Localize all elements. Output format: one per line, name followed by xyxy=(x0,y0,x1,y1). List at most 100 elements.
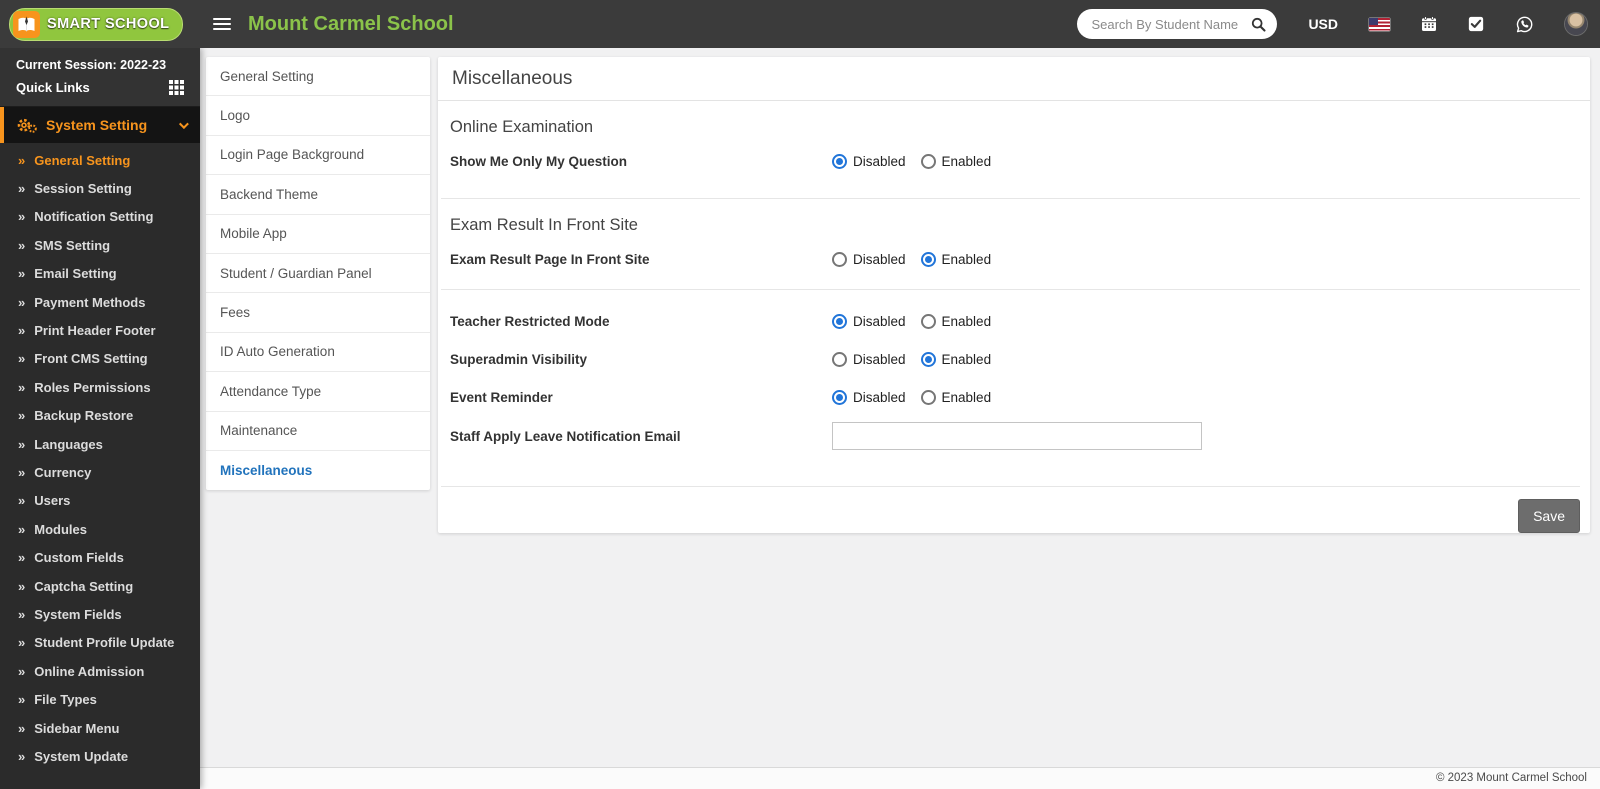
setting-row: Event Reminder Disabled Enabled xyxy=(450,378,1578,416)
radio-option-disabled[interactable]: Disabled xyxy=(832,251,906,267)
radio-option-disabled[interactable]: Disabled xyxy=(832,313,906,329)
sidebar-item-label: Front CMS Setting xyxy=(34,351,148,367)
sidebar-item[interactable]: » System Update xyxy=(0,742,200,770)
quick-links-label: Quick Links xyxy=(16,80,90,95)
radio-icon xyxy=(832,351,847,367)
search-icon[interactable] xyxy=(1251,17,1266,32)
chevron-down-icon xyxy=(178,118,189,129)
submenu-arrow-icon: » xyxy=(18,464,26,480)
quick-links-grid-icon[interactable] xyxy=(169,80,184,95)
sidebar-item[interactable]: » Print Header Footer xyxy=(0,316,200,344)
search-input[interactable] xyxy=(1091,16,1252,32)
tasks-check-icon[interactable] xyxy=(1468,16,1484,32)
submenu-arrow-icon: » xyxy=(18,521,26,537)
setting-label: Staff Apply Leave Notification Email xyxy=(450,428,681,444)
sidebar-item[interactable]: » Roles Permissions xyxy=(0,373,200,401)
settings-menu-item[interactable]: Student / Guardian Panel xyxy=(206,254,430,294)
sidebar-item-label: Sidebar Menu xyxy=(34,720,120,736)
settings-menu-item[interactable]: Mobile App xyxy=(206,215,430,254)
settings-menu-item[interactable]: General Setting xyxy=(206,57,430,97)
us-flag-icon[interactable] xyxy=(1369,17,1390,31)
settings-menu-item-label: Fees xyxy=(220,305,251,321)
sidebar-item[interactable]: » Email Setting xyxy=(0,260,200,288)
setting-row: Exam Result Page In Front Site Disabled … xyxy=(450,240,1578,278)
sidebar-item-label: Users xyxy=(34,493,71,509)
settings-menu-item[interactable]: Backend Theme xyxy=(206,175,430,215)
submenu-arrow-icon: » xyxy=(18,181,26,197)
radio-option-label: Disabled xyxy=(853,251,906,267)
settings-menu-item[interactable]: ID Auto Generation xyxy=(206,333,430,373)
sidebar-item-label: General Setting xyxy=(34,152,131,168)
sidebar-item[interactable]: » Users xyxy=(0,487,200,515)
radio-option-enabled[interactable]: Enabled xyxy=(920,313,991,329)
settings-menu-item-label: Student / Guardian Panel xyxy=(220,265,372,281)
submenu-arrow-icon: » xyxy=(18,663,26,679)
sidebar-item[interactable]: » SMS Setting xyxy=(0,231,200,259)
sidebar-item[interactable]: » Currency xyxy=(0,458,200,486)
sidebar-item-label: SMS Setting xyxy=(34,237,111,253)
left-sidebar: Current Session: 2022-23 Quick Links Sys… xyxy=(0,48,200,789)
radio-option-disabled[interactable]: Disabled xyxy=(832,389,906,405)
settings-menu-item[interactable]: Logo xyxy=(206,96,430,136)
submenu-arrow-icon: » xyxy=(18,351,26,367)
radio-icon xyxy=(920,351,936,367)
divider xyxy=(441,198,1580,199)
radio-icon xyxy=(832,251,847,267)
radio-group: Disabled Enabled xyxy=(832,351,991,367)
sidebar-submenu: » General Setting » Session Setting » No… xyxy=(0,143,200,771)
sidebar-item[interactable]: » Notification Setting xyxy=(0,203,200,231)
radio-option-enabled[interactable]: Enabled xyxy=(920,351,991,367)
radio-option-enabled[interactable]: Enabled xyxy=(920,251,991,267)
sidebar-item-label: Modules xyxy=(34,521,87,537)
sidebar-item[interactable]: » Online Admission xyxy=(0,657,200,685)
sidebar-item-label: Payment Methods xyxy=(34,294,146,310)
whatsapp-icon[interactable] xyxy=(1515,15,1534,34)
section-heading-exam-result: Exam Result In Front Site xyxy=(450,216,638,234)
sidebar-item[interactable]: » Sidebar Menu xyxy=(0,714,200,742)
user-avatar[interactable] xyxy=(1565,13,1587,35)
sidebar-menu-system-setting[interactable]: System Setting xyxy=(0,107,200,143)
sidebar-item[interactable]: » Captcha Setting xyxy=(0,572,200,600)
radio-group: Disabled Enabled xyxy=(832,313,991,329)
radio-option-disabled[interactable]: Disabled xyxy=(832,153,906,169)
setting-row: Show Me Only My Question Disabled Enable… xyxy=(450,142,1578,180)
sidebar-item[interactable]: » General Setting xyxy=(0,146,200,174)
divider xyxy=(441,289,1580,290)
sidebar-item[interactable]: » Session Setting xyxy=(0,174,200,202)
sidebar-item[interactable]: » Backup Restore xyxy=(0,402,200,430)
sidebar-item[interactable]: » File Types xyxy=(0,685,200,713)
setting-label: Teacher Restricted Mode xyxy=(450,313,610,329)
settings-menu-item-label: Logo xyxy=(220,108,251,124)
settings-menu-item[interactable]: Login Page Background xyxy=(206,136,430,176)
sidebar-item-label: Custom Fields xyxy=(34,550,124,566)
staff-leave-email-input[interactable] xyxy=(832,422,1202,450)
settings-menu-item-label: Backend Theme xyxy=(220,186,319,202)
hamburger-icon[interactable] xyxy=(213,15,231,33)
calendar-icon[interactable] xyxy=(1421,16,1437,32)
gears-icon xyxy=(16,117,37,134)
sidebar-item[interactable]: » Payment Methods xyxy=(0,288,200,316)
settings-menu-item[interactable]: Attendance Type xyxy=(206,372,430,412)
setting-row: Staff Apply Leave Notification Email xyxy=(450,416,1578,456)
settings-menu-item[interactable]: Fees xyxy=(206,293,430,333)
sidebar-item-label: Captcha Setting xyxy=(34,578,134,594)
radio-option-enabled[interactable]: Enabled xyxy=(920,153,991,169)
sidebar-item[interactable]: » Modules xyxy=(0,515,200,543)
logo-text: SMART SCHOOL xyxy=(47,16,170,32)
sidebar-item[interactable]: » Languages xyxy=(0,430,200,458)
sidebar-item[interactable]: » Front CMS Setting xyxy=(0,345,200,373)
submenu-arrow-icon: » xyxy=(18,635,26,651)
settings-menu-item[interactable]: Miscellaneous xyxy=(206,451,430,490)
sidebar-item[interactable]: » Student Profile Update xyxy=(0,629,200,657)
page-title: Miscellaneous xyxy=(438,57,1590,101)
currency-selector[interactable]: USD xyxy=(1308,16,1338,32)
radio-option-disabled[interactable]: Disabled xyxy=(832,351,906,367)
settings-menu-item[interactable]: Maintenance xyxy=(206,412,430,451)
sidebar-item[interactable]: » System Fields xyxy=(0,600,200,628)
radio-option-enabled[interactable]: Enabled xyxy=(920,389,991,405)
save-button[interactable]: Save xyxy=(1518,499,1580,533)
main-content-card: Miscellaneous Online Examination Show Me… xyxy=(438,57,1590,533)
app-logo[interactable]: SMART SCHOOL xyxy=(9,7,184,41)
save-row: Save xyxy=(438,487,1590,533)
sidebar-item[interactable]: » Custom Fields xyxy=(0,543,200,571)
